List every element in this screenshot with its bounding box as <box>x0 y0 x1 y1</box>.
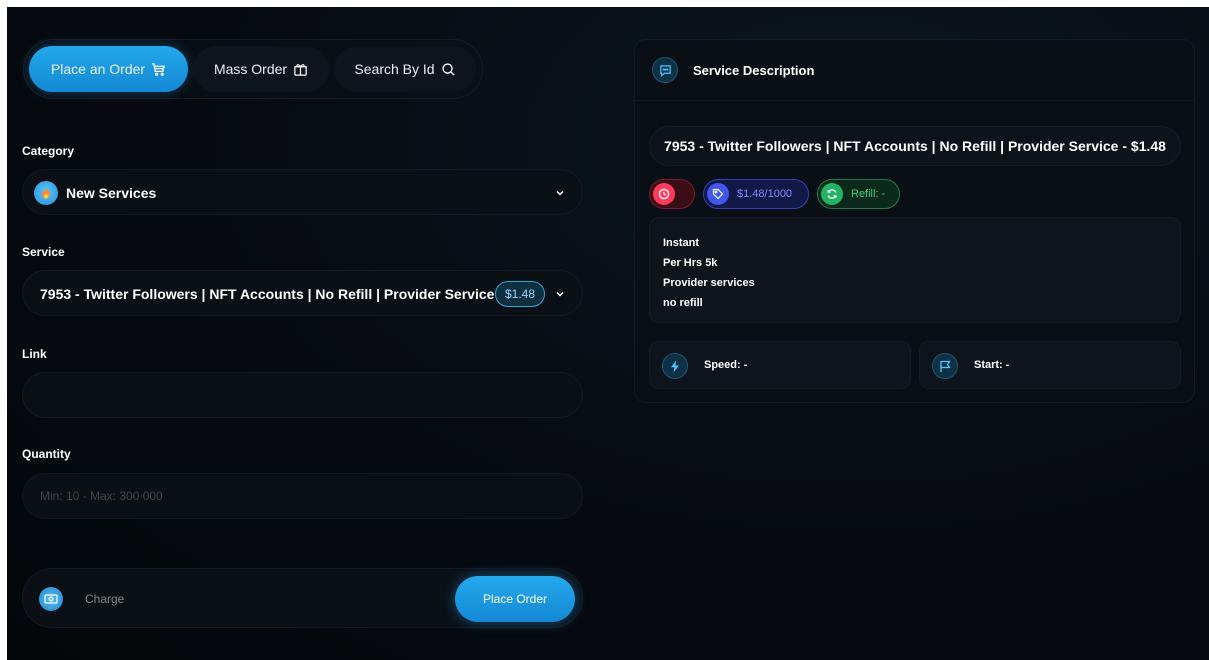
charge-label: Charge <box>85 592 125 606</box>
description-line: Provider services <box>663 277 755 289</box>
category-select[interactable]: New Services <box>22 169 583 215</box>
quantity-input[interactable] <box>23 474 582 518</box>
speed-stat: Speed: - <box>649 341 911 389</box>
lightning-icon <box>662 353 688 379</box>
category-value: New Services <box>66 185 157 201</box>
refill-value: Refill: - <box>851 188 886 200</box>
time-badge <box>649 179 695 209</box>
description-line: Per Hrs 5k <box>663 257 718 269</box>
tab-place-order-label: Place an Order <box>50 61 146 77</box>
panel-title: Service Description <box>693 63 815 78</box>
fire-icon <box>34 181 58 205</box>
category-label: Category <box>22 144 75 158</box>
place-order-button[interactable]: Place Order <box>455 576 575 622</box>
charge-bar: Charge Place Order <box>22 568 583 628</box>
order-tabs: Place an Order Mass Order Search By Id <box>23 39 483 99</box>
chevron-down-icon <box>556 291 564 297</box>
app-frame: Place an Order Mass Order Search By Id C… <box>7 7 1209 660</box>
tab-mass-order[interactable]: Mass Order <box>193 46 329 92</box>
tab-search-by-id[interactable]: Search By Id <box>334 46 476 92</box>
service-value: 7953 - Twitter Followers | NFT Accounts … <box>40 286 495 302</box>
description-box: Instant Per Hrs 5k Provider services no … <box>649 217 1181 323</box>
chevron-down-icon <box>556 190 564 196</box>
link-field[interactable] <box>22 372 583 418</box>
start-value: Start: - <box>974 359 1010 371</box>
tab-place-order[interactable]: Place an Order <box>29 46 188 92</box>
service-select[interactable]: 7953 - Twitter Followers | NFT Accounts … <box>22 270 583 316</box>
tab-search-by-id-label: Search By Id <box>354 61 435 77</box>
service-description-panel: Service Description 7953 - Twitter Follo… <box>634 39 1195 403</box>
link-label: Link <box>22 347 47 361</box>
cart-icon <box>152 62 166 76</box>
box-icon <box>294 63 307 76</box>
link-input[interactable] <box>23 373 582 417</box>
description-line: no refill <box>663 297 703 309</box>
start-stat: Start: - <box>919 341 1181 389</box>
rate-badge: $1.48/1000 <box>703 179 809 209</box>
panel-header: Service Description <box>635 40 1194 101</box>
rate-value: $1.48/1000 <box>737 188 793 200</box>
description-line: Instant <box>663 237 700 249</box>
chat-icon <box>652 57 678 83</box>
quantity-field[interactable] <box>22 473 583 519</box>
speed-value: Speed: - <box>704 359 748 371</box>
tag-icon <box>707 183 729 205</box>
refresh-icon <box>821 183 843 205</box>
refill-badge: Refill: - <box>817 179 900 209</box>
flag-icon <box>932 353 958 379</box>
quantity-label: Quantity <box>22 447 71 461</box>
service-title: 7953 - Twitter Followers | NFT Accounts … <box>649 126 1181 166</box>
money-icon <box>39 587 63 611</box>
service-label: Service <box>22 245 65 259</box>
service-price-badge: $1.48 <box>495 281 545 307</box>
tab-mass-order-label: Mass Order <box>213 61 288 77</box>
clock-icon <box>653 183 675 205</box>
search-icon <box>441 62 455 76</box>
